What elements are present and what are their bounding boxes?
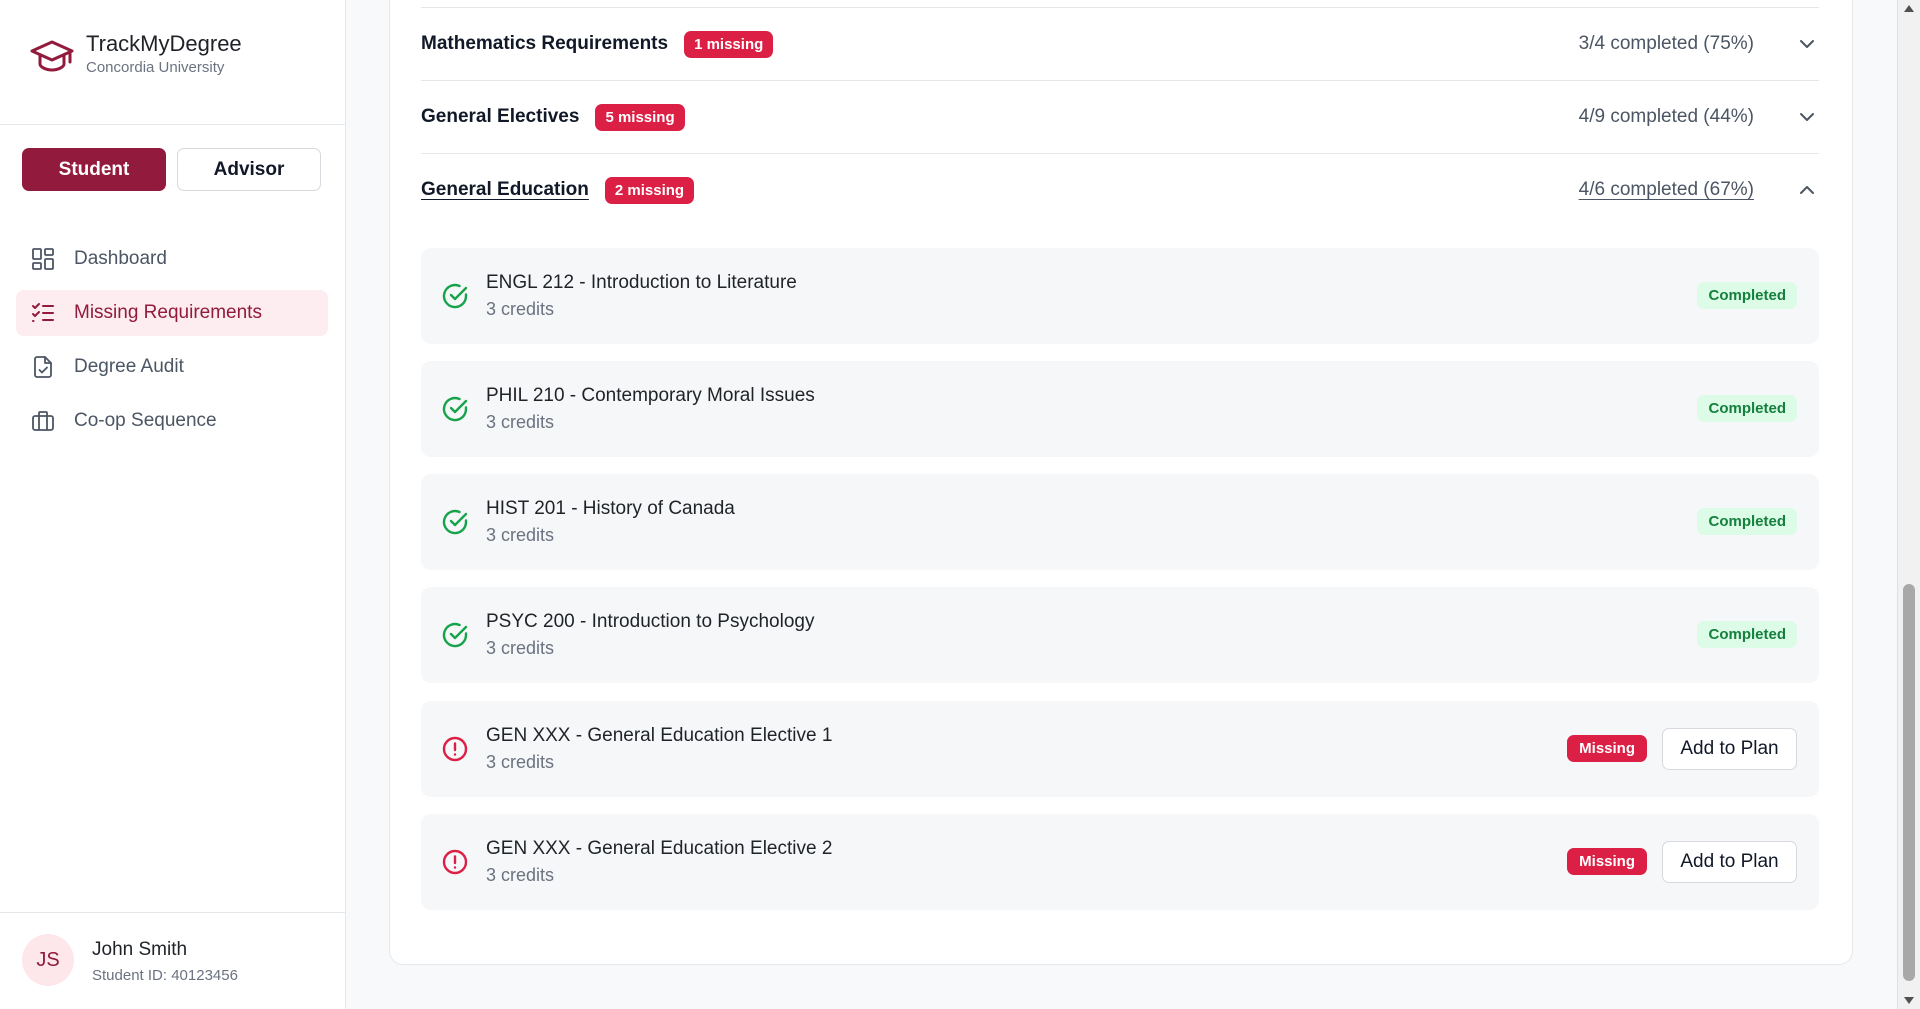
section-progress: 4/6 completed (67%) [1578, 179, 1754, 200]
alert-circle-icon [441, 735, 469, 763]
chevron-down-icon[interactable] [1795, 32, 1819, 56]
requirements-card: Mathematics Requirements 1 missing 3/4 c… [389, 0, 1853, 965]
sidebar-item-missing-requirements[interactable]: Missing Requirements [16, 290, 328, 336]
alert-circle-icon [441, 848, 469, 876]
advisor-role-button[interactable]: Advisor [177, 148, 321, 191]
missing-count-badge: 1 missing [684, 30, 774, 58]
main-content: Mathematics Requirements 1 missing 3/4 c… [347, 0, 1897, 1009]
section-mathematics-requirements[interactable]: Mathematics Requirements 1 missing 3/4 c… [421, 7, 1819, 80]
status-badge: Missing [1567, 735, 1647, 762]
user-name: John Smith [92, 939, 188, 960]
file-check-icon [30, 354, 56, 380]
student-role-button[interactable]: Student [22, 148, 166, 191]
chevron-down-icon[interactable] [1795, 105, 1819, 129]
sidebar-nav: Dashboard Missing Requirements Degree Au… [16, 236, 328, 452]
status-badge: Completed [1697, 282, 1797, 309]
course-name: GEN XXX - General Education Elective 1 [486, 725, 833, 746]
check-circle-icon [441, 395, 469, 423]
section-title: General Education [421, 179, 589, 200]
course-credits: 3 credits [486, 638, 555, 658]
status-badge: Missing [1567, 848, 1647, 875]
add-to-plan-button[interactable]: Add to Plan [1662, 728, 1797, 770]
avatar: JS [22, 934, 74, 986]
add-to-plan-button[interactable]: Add to Plan [1662, 841, 1797, 883]
course-row: PSYC 200 - Introduction to Psychology 3 … [421, 587, 1819, 683]
sidebar-item-label: Dashboard [74, 248, 167, 269]
list-checks-icon [30, 300, 56, 326]
sidebar-item-label: Degree Audit [74, 356, 184, 377]
scroll-down-icon[interactable] [1904, 997, 1914, 1004]
scroll-up-icon[interactable] [1904, 5, 1914, 12]
sidebar-item-label: Missing Requirements [74, 302, 262, 323]
course-row: PHIL 210 - Contemporary Moral Issues 3 c… [421, 361, 1819, 457]
course-name: ENGL 212 - Introduction to Literature [486, 272, 797, 293]
section-general-education[interactable]: General Education 2 missing 4/6 complete… [421, 153, 1819, 226]
course-row: HIST 201 - History of Canada 3 credits C… [421, 474, 1819, 570]
sidebar-item-label: Co-op Sequence [74, 410, 217, 431]
course-credits: 3 credits [486, 299, 555, 319]
sidebar-item-coop-sequence[interactable]: Co-op Sequence [16, 398, 328, 444]
check-circle-icon [441, 508, 469, 536]
missing-count-badge: 2 missing [604, 176, 695, 204]
section-progress: 4/9 completed (44%) [1578, 106, 1754, 127]
app-name: TrackMyDegree [86, 31, 242, 56]
university-name: Concordia University [86, 59, 225, 76]
scrollbar-thumb[interactable] [1903, 584, 1915, 981]
check-circle-icon [441, 621, 469, 649]
status-badge: Completed [1697, 508, 1797, 535]
check-circle-icon [441, 282, 469, 310]
section-progress: 3/4 completed (75%) [1578, 33, 1754, 54]
sidebar-divider [0, 124, 346, 125]
course-credits: 3 credits [486, 412, 555, 432]
sidebar: TrackMyDegree Concordia University Stude… [0, 0, 346, 1009]
course-name: GEN XXX - General Education Elective 2 [486, 838, 833, 859]
status-badge: Completed [1697, 621, 1797, 648]
course-row: GEN XXX - General Education Elective 2 3… [421, 814, 1819, 910]
section-title: General Electives [421, 106, 580, 127]
section-title: Mathematics Requirements [421, 33, 669, 54]
course-credits: 3 credits [486, 525, 555, 545]
role-switch: Student Advisor [22, 148, 321, 191]
course-row: GEN XXX - General Education Elective 1 3… [421, 701, 1819, 797]
course-credits: 3 credits [486, 865, 555, 885]
course-name: PHIL 210 - Contemporary Moral Issues [486, 385, 815, 406]
graduation-cap-icon [30, 36, 74, 76]
course-row: ENGL 212 - Introduction to Literature 3 … [421, 248, 1819, 344]
section-general-electives[interactable]: General Electives 5 missing 4/9 complete… [421, 80, 1819, 153]
course-credits: 3 credits [486, 752, 555, 772]
page-scrollbar[interactable] [1897, 0, 1920, 1009]
user-profile[interactable]: JS John Smith Student ID: 40123456 [0, 912, 346, 1009]
brand[interactable]: TrackMyDegree Concordia University [30, 30, 242, 78]
student-id: Student ID: 40123456 [92, 967, 238, 984]
briefcase-icon [30, 408, 56, 434]
sidebar-item-degree-audit[interactable]: Degree Audit [16, 344, 328, 390]
sidebar-item-dashboard[interactable]: Dashboard [16, 236, 328, 282]
chevron-up-icon[interactable] [1795, 178, 1819, 202]
course-name: PSYC 200 - Introduction to Psychology [486, 611, 815, 632]
missing-count-badge: 5 missing [595, 103, 685, 131]
dashboard-grid-icon [30, 246, 56, 272]
course-name: HIST 201 - History of Canada [486, 498, 735, 519]
status-badge: Completed [1697, 395, 1797, 422]
